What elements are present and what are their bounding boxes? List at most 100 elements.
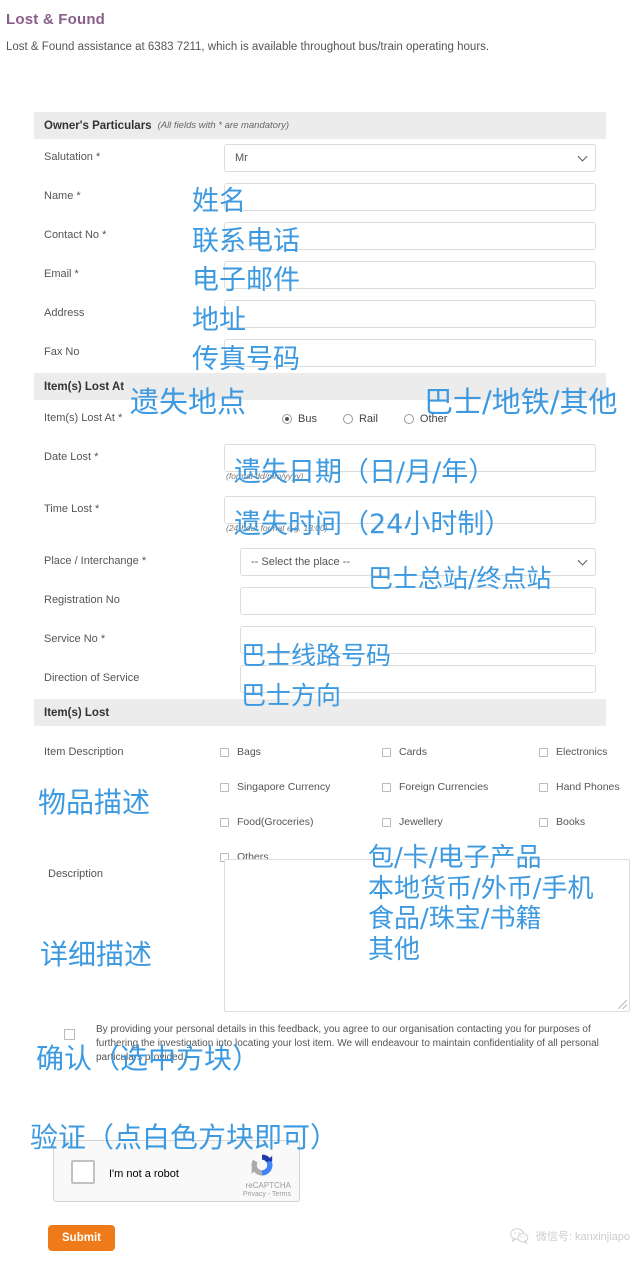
checkbox-hand-phones[interactable]: Hand Phones [539, 781, 620, 793]
salutation-value: Mr [235, 152, 248, 164]
page-title: Lost & Found [6, 11, 106, 28]
field-row-address: Address [34, 295, 606, 334]
page-intro-text: Lost & Found assistance at 6383 7211, wh… [6, 41, 490, 53]
service-no-input[interactable] [240, 626, 596, 654]
radio-option-rail[interactable]: Rail [342, 413, 378, 425]
checkbox-label: Singapore Currency [237, 781, 331, 793]
consent-text: By providing your personal details in th… [96, 1024, 599, 1063]
section-title-items-lost: Item(s) Lost [44, 706, 110, 719]
field-row-lost-at: Item(s) Lost At * Bus Rail Other [34, 400, 606, 439]
label-place-interchange: Place / Interchange * [44, 555, 147, 567]
field-row-fax-no: Fax No [34, 334, 606, 373]
checkbox-label: Jewellery [399, 816, 443, 828]
hint-date-lost: (format dd/mm/yyyy) [226, 471, 304, 481]
contact-no-input[interactable] [224, 222, 596, 250]
checkbox-singapore-currency[interactable]: Singapore Currency [220, 781, 330, 793]
label-address: Address [44, 307, 85, 319]
radio-rail-indicator [342, 414, 353, 424]
registration-no-input[interactable] [240, 587, 596, 615]
field-row-place-interchange: Place / Interchange * -- Select the plac… [34, 543, 606, 582]
section-title-lost-at: Item(s) Lost At [44, 380, 125, 393]
name-input[interactable] [224, 183, 596, 211]
field-row-time-lost: Time Lost * (24-hour format e.g. 13:00) [34, 491, 606, 543]
label-name: Name * [44, 190, 81, 202]
label-service-no: Service No * [44, 633, 106, 645]
submit-button[interactable]: Submit [48, 1225, 115, 1251]
salutation-select[interactable]: Mr [224, 144, 596, 172]
section-title-owner: Owner's Particulars [44, 119, 152, 132]
recaptcha-logo-icon [251, 1154, 273, 1176]
direction-of-service-input[interactable] [240, 665, 596, 693]
radio-label-rail: Rail [358, 413, 378, 425]
label-salutation: Salutation * [44, 151, 101, 163]
checkbox-icon [220, 782, 229, 792]
recaptcha-brand: reCAPTCHA [245, 1181, 291, 1190]
item-description-checkbox-area: Item Description Bags Cards Electronics … [34, 726, 620, 863]
field-row-service-no: Service No * [34, 621, 606, 660]
consent-checkbox[interactable] [64, 1029, 75, 1040]
field-row-direction-of-service: Direction of Service [34, 660, 606, 699]
label-date-lost: Date Lost * [44, 451, 99, 463]
checkbox-food-groceries[interactable]: Food(Groceries) [220, 816, 313, 828]
checkbox-icon [220, 747, 229, 757]
checkbox-bags[interactable]: Bags [220, 746, 261, 758]
label-email: Email * [44, 268, 79, 280]
resize-grip-icon[interactable] [618, 1000, 627, 1009]
description-textarea[interactable] [224, 859, 630, 1012]
place-interchange-select[interactable]: -- Select the place -- [240, 548, 596, 576]
section-header-items-lost-at: Item(s) Lost At [34, 373, 606, 400]
wechat-watermark-text: 微信号: kanxinjiapo [535, 1231, 630, 1243]
radio-label-bus: Bus [298, 413, 317, 425]
checkbox-foreign-currencies[interactable]: Foreign Currencies [382, 781, 488, 793]
fax-no-input[interactable] [224, 339, 596, 367]
label-description: Description [48, 868, 104, 880]
checkbox-icon [382, 817, 391, 827]
field-row-email: Email * [34, 256, 606, 295]
label-contact-no: Contact No * [44, 229, 107, 241]
checkbox-icon [220, 817, 229, 827]
label-time-lost: Time Lost * [44, 503, 100, 515]
checkbox-cards[interactable]: Cards [382, 746, 427, 758]
checkbox-electronics[interactable]: Electronics [539, 746, 607, 758]
checkbox-label: Hand Phones [556, 781, 620, 793]
label-direction-of-service: Direction of Service [44, 672, 140, 684]
checkbox-icon [382, 747, 391, 757]
radio-option-other[interactable]: Other [403, 413, 448, 425]
chevron-down-icon [577, 151, 588, 162]
checkbox-label: Foreign Currencies [399, 781, 489, 793]
email-input[interactable] [224, 261, 596, 289]
wechat-icon [510, 1228, 529, 1244]
label-fax-no: Fax No [44, 346, 80, 358]
section-header-owner-particulars: Owner's Particulars (All fields with * a… [34, 112, 606, 139]
recaptcha-legal-links[interactable]: Privacy - Terms [243, 1191, 291, 1198]
field-row-description: Description [34, 856, 630, 1021]
field-row-salutation: Salutation * Mr [34, 139, 606, 178]
checkbox-label: Food(Groceries) [237, 816, 314, 828]
checkbox-icon [539, 782, 548, 792]
checkbox-label: Books [556, 816, 586, 828]
address-input[interactable] [224, 300, 596, 328]
recaptcha-widget[interactable]: I'm not a robot reCAPTCHA Privacy - Term… [53, 1140, 300, 1202]
checkbox-label: Cards [399, 746, 428, 758]
field-row-registration-no: Registration No [34, 582, 606, 621]
consent-row: By providing your personal details in th… [34, 1021, 606, 1073]
recaptcha-checkbox[interactable] [71, 1160, 95, 1184]
label-lost-at: Item(s) Lost At * [44, 412, 123, 424]
field-row-date-lost: Date Lost * (format dd/mm/yyyy) [34, 439, 606, 491]
wechat-watermark: 微信号: kanxinjiapo [510, 1228, 630, 1244]
radio-option-bus[interactable]: Bus [282, 413, 317, 425]
checkbox-jewellery[interactable]: Jewellery [382, 816, 443, 828]
time-lost-input[interactable] [224, 496, 596, 524]
checkbox-label: Bags [237, 746, 261, 758]
radio-label-other: Other [419, 413, 448, 425]
recaptcha-label: I'm not a robot [109, 1168, 179, 1180]
section-note-owner: (All fields with * are mandatory) [157, 120, 290, 131]
lost-and-found-form: Owner's Particulars (All fields with * a… [34, 112, 630, 1073]
hint-time-lost: (24-hour format e.g. 13:00) [226, 523, 328, 533]
chevron-down-icon [577, 555, 588, 566]
section-header-items-lost: Item(s) Lost [34, 699, 606, 726]
field-row-contact-no: Contact No * [34, 217, 606, 256]
date-lost-input[interactable] [224, 444, 596, 472]
radio-bus-indicator [282, 414, 292, 424]
checkbox-books[interactable]: Books [539, 816, 585, 828]
